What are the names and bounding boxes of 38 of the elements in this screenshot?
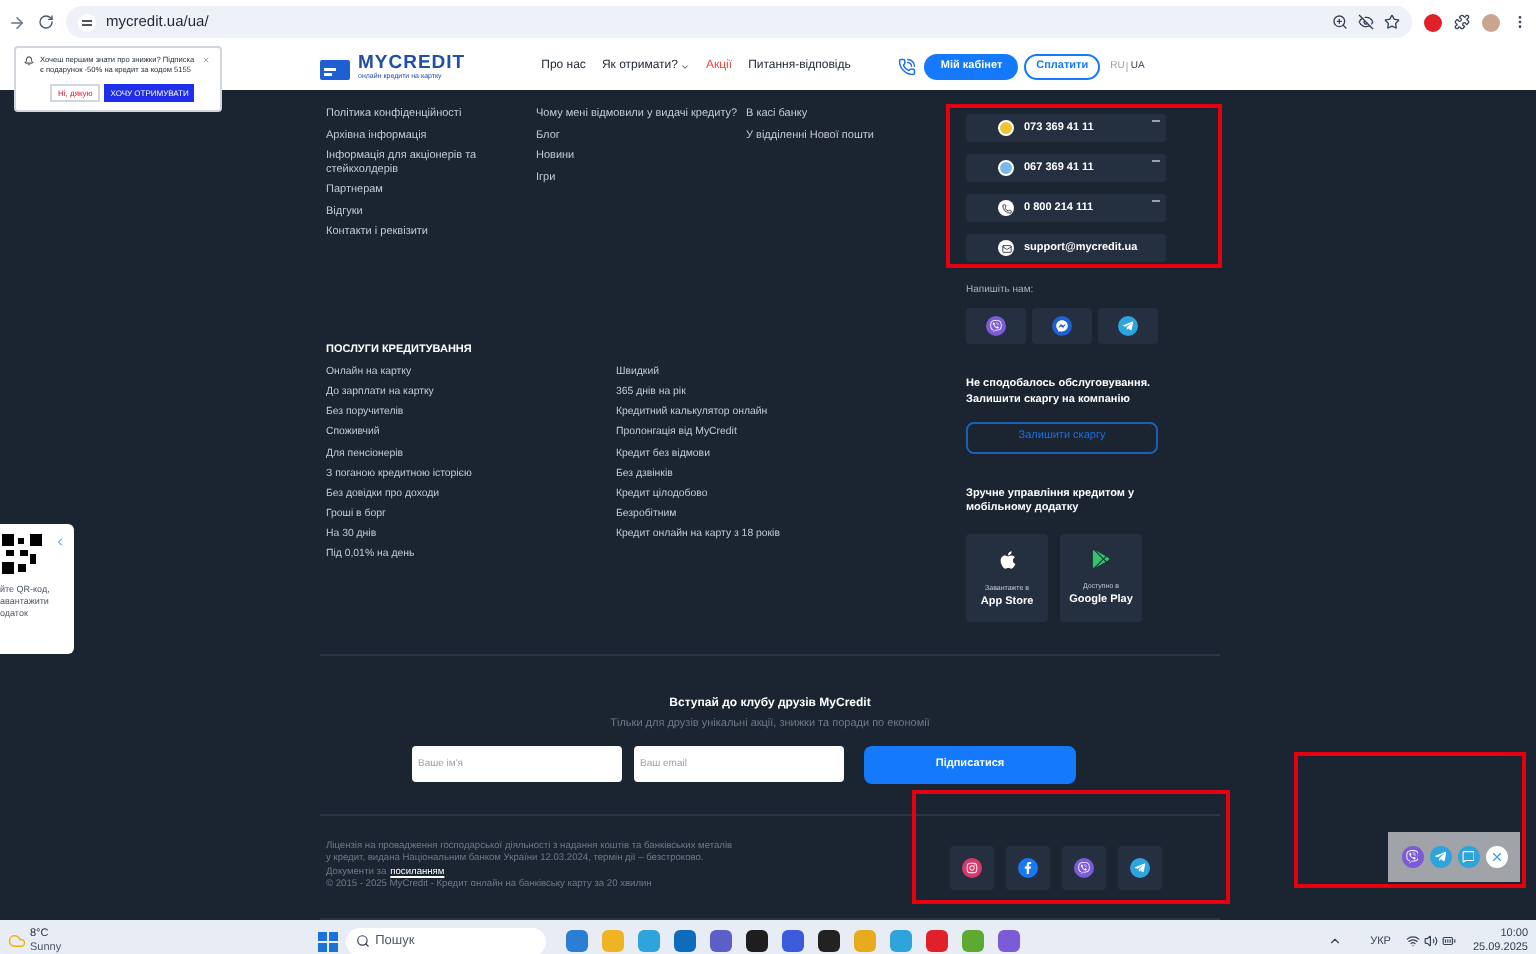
- facebook-icon: [1018, 857, 1038, 878]
- eye-off-icon[interactable]: [1358, 14, 1374, 30]
- windows-icon[interactable]: [317, 931, 338, 952]
- phone-icon: [998, 200, 1014, 216]
- play-icon: [1092, 549, 1110, 567]
- close-icon[interactable]: [1485, 846, 1507, 868]
- caret-icon: [679, 62, 690, 72]
- apple-icon: [997, 549, 1017, 569]
- forward-icon[interactable]: [8, 13, 26, 31]
- operator-icon: [998, 120, 1014, 136]
- battery-icon[interactable]: [1442, 934, 1457, 949]
- social-button[interactable]: [1006, 845, 1050, 890]
- reload-icon[interactable]: [38, 14, 54, 30]
- social-button[interactable]: [950, 845, 994, 890]
- extensions-icon[interactable]: [1454, 14, 1470, 30]
- messenger-button[interactable]: [966, 307, 1026, 343]
- chat-icon: [1457, 846, 1479, 868]
- logo-icon: [320, 55, 352, 79]
- volume-icon[interactable]: [1424, 934, 1439, 949]
- weather-icon: [8, 932, 26, 951]
- social-button[interactable]: [1062, 845, 1106, 890]
- messenger-button[interactable]: [1098, 307, 1158, 343]
- operator-icon: [998, 160, 1014, 176]
- phone-icon[interactable]: [898, 58, 917, 76]
- mail-icon: [998, 240, 1014, 256]
- bell-icon: [24, 56, 34, 66]
- extension-icon[interactable]: [1424, 13, 1442, 31]
- messenger-icon: [1052, 315, 1072, 335]
- instagram-icon: [962, 857, 982, 878]
- bookmark-icon[interactable]: [1384, 14, 1400, 30]
- search-icon: [355, 934, 370, 949]
- messenger-button[interactable]: [1032, 307, 1092, 343]
- logo-text: MYCREDIT: [358, 54, 466, 73]
- qr-code: [0, 532, 44, 576]
- wifi-icon[interactable]: [1406, 934, 1421, 949]
- social-button[interactable]: [1118, 845, 1162, 890]
- zoom-icon[interactable]: [1332, 14, 1348, 30]
- site-info-icon[interactable]: [78, 13, 96, 31]
